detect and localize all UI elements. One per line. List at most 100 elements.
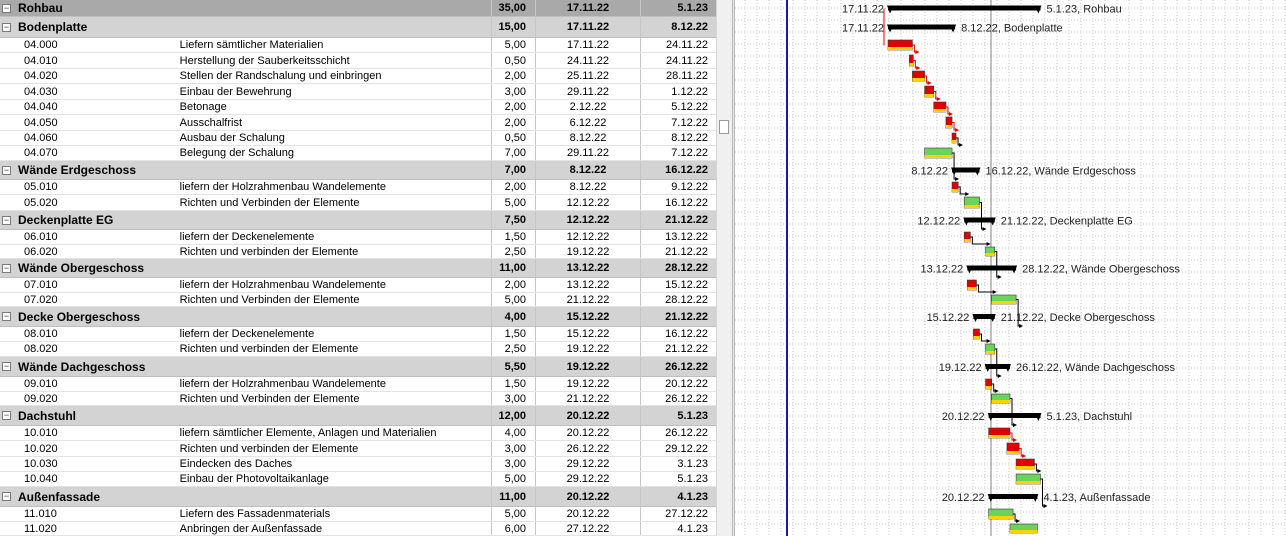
summary-bar (988, 494, 1038, 499)
task-id: 05.020 (24, 196, 58, 209)
task-progress-bar (933, 109, 946, 112)
table-row[interactable]: 07.020 Richten und Verbinden der Elemente… (0, 293, 716, 307)
table-row[interactable]: 10.030 Eindecken des Daches 3,00 29.12.22 3.… (0, 457, 716, 472)
table-row[interactable]: 11.020 Anbringen der Außenfassade 6,00 27.1… (0, 522, 716, 536)
task-id: 08.020 (24, 343, 58, 355)
summary-row[interactable]: − Außenfassade 11,00 20.12.22 4.1.23 (0, 487, 716, 507)
dependency-arrow (982, 227, 987, 231)
start-date-cell: 17.11.22 (536, 17, 641, 37)
start-date-cell: 26.12.22 (536, 441, 641, 456)
table-row[interactable]: 08.010 liefern der Deckenelemente 1,50 15.1… (0, 327, 716, 342)
summary-name-cell: − Deckenplatte EG (0, 211, 492, 229)
task-progress-bar (924, 94, 934, 97)
collapse-toggle[interactable]: − (2, 411, 11, 420)
table-row[interactable]: 04.020 Stellen der Randschalung und einbr… (0, 69, 716, 84)
collapse-toggle[interactable]: − (2, 362, 11, 371)
table-row[interactable]: 10.010 liefern sämtlicher Elemente, Anlag… (0, 426, 716, 441)
task-name: Stellen der Randschalung und einbringen (179, 70, 382, 82)
bar-start-label: 17.11.22 (842, 23, 884, 35)
summary-row[interactable]: − Decke Obergeschoss 4,00 15.12.22 21.12.22 (0, 307, 716, 327)
summary-name: Deckenplatte EG (18, 213, 114, 227)
summary-row[interactable]: − Deckenplatte EG 7,50 12.12.22 21.12.22 (0, 211, 716, 230)
start-date-cell: 15.12.22 (536, 327, 641, 341)
start-date-cell: 12.12.22 (536, 195, 641, 210)
bar-end-label: 26.12.22, Wände Dachgeschoss (1016, 362, 1175, 374)
table-row[interactable]: 04.040 Betonage 2,00 2.12.22 5.12.22 (0, 100, 716, 115)
duration-cell: 2,00 (492, 115, 536, 130)
bar-start-label: 15.12.22 (927, 312, 970, 324)
dependency-arrow (955, 128, 960, 132)
bar-start-label: 19.12.22 (939, 362, 982, 374)
duration-cell: 3,00 (492, 441, 536, 456)
summary-name-cell: − Decke Obergeschoss (0, 307, 492, 326)
duration-cell: 2,50 (492, 245, 536, 258)
table-row[interactable]: 10.020 Richten und verbinden der Elemente… (0, 441, 716, 457)
collapse-toggle[interactable]: − (2, 263, 11, 273)
task-id: 06.020 (24, 245, 58, 258)
duration-cell: 2,00 (492, 100, 536, 114)
summary-row[interactable]: − Rohbau 35,00 17.11.22 5.1.23 (0, 0, 716, 17)
task-id: 07.020 (24, 293, 58, 306)
task-progress-bar (1016, 466, 1035, 469)
table-row[interactable]: 04.060 Ausbau der Schalung 0,50 8.12.22 8.12… (0, 131, 716, 146)
table-row[interactable]: 04.030 Einbau der Bewehrung 3,00 29.11.22 1.… (0, 84, 716, 100)
table-row[interactable]: 07.010 liefern der Holzrahmenbau Wandelem… (0, 278, 716, 293)
task-name: Eindecken des Daches (179, 458, 293, 470)
end-date-cell: 16.12.22 (665, 328, 708, 340)
end-date-cell: 5.12.22 (671, 101, 708, 113)
table-row[interactable]: 04.000 Liefern sämtlicher Materialien 5,00… (0, 38, 716, 53)
duration-cell: 11,00 (492, 487, 536, 506)
end-date-cell: 16.12.22 (665, 196, 708, 209)
summary-row[interactable]: − Dachstuhl 12,00 20.12.22 5.1.23 (0, 406, 716, 426)
table-row[interactable]: 05.010 liefern der Holzrahmenbau Wandelem… (0, 180, 716, 195)
task-id: 04.000 (24, 39, 58, 51)
task-progress-bar (988, 435, 1010, 438)
scrollbar-thumb[interactable] (719, 120, 729, 134)
duration-cell: 5,00 (492, 38, 536, 52)
end-date-cell: 8.12.22 (671, 132, 708, 144)
table-row[interactable]: 06.020 Richten und verbinden der Elemente… (0, 245, 716, 259)
table-row[interactable]: 09.020 Richten und Verbinden der Elemente… (0, 392, 716, 406)
task-id: 05.010 (24, 181, 58, 193)
task-progress-bar (888, 47, 913, 50)
start-date-cell: 8.12.22 (536, 131, 641, 145)
table-row[interactable]: 08.020 Richten und verbinden der Elemente… (0, 342, 716, 357)
summary-name: Außenfassade (18, 489, 101, 504)
task-cells: 04.010 Herstellung der Sauberkeitsschicht (0, 53, 492, 68)
summary-bar (888, 24, 956, 30)
collapse-toggle[interactable]: − (2, 215, 11, 225)
table-row[interactable]: 06.010 liefern der Deckenelemente 1,50 12.1… (0, 230, 716, 245)
table-row[interactable]: 05.020 Richten und Verbinden der Elemente… (0, 195, 716, 211)
table-row[interactable]: 11.010 Liefern des Fassadenmaterials 5,00 2… (0, 507, 716, 522)
table-row[interactable]: 04.070 Belegung der Schalung 7,00 29.11.22 7… (0, 146, 716, 161)
dependency-link (1010, 398, 1015, 426)
summary-row[interactable]: − Bodenplatte 15,00 17.11.22 8.12.22 (0, 17, 716, 38)
table-row[interactable]: 04.050 Ausschalfrist 2,00 6.12.22 7.12.22 (0, 115, 716, 131)
start-date-cell: 17.11.22 (536, 38, 641, 52)
start-date-cell: 12.12.22 (536, 230, 641, 244)
task-progress-bar (985, 253, 995, 256)
collapse-toggle[interactable]: − (2, 492, 11, 501)
summary-name-cell: − Außenfassade (0, 487, 492, 506)
collapse-toggle[interactable]: − (2, 165, 11, 175)
collapse-toggle[interactable]: − (2, 3, 11, 13)
start-date-cell: 12.12.22 (536, 211, 641, 229)
summary-row[interactable]: − Wände Erdgeschoss 7,00 8.12.22 16.12.22 (0, 161, 716, 180)
collapse-toggle[interactable]: − (2, 22, 11, 32)
table-row[interactable]: 04.010 Herstellung der Sauberkeitsschicht… (0, 53, 716, 69)
end-date-cell: 15.12.22 (665, 279, 708, 291)
collapse-toggle[interactable]: − (2, 312, 11, 321)
end-date-cell: 13.12.22 (665, 231, 708, 243)
table-row[interactable]: 09.010 liefern der Holzrahmenbau Wandelem… (0, 377, 716, 392)
end-date-cell: 21.12.22 (665, 214, 708, 226)
summary-row[interactable]: − Wände Dachgeschoss 5,50 19.12.22 26.12.22 (0, 357, 716, 377)
table-scrollbar[interactable] (716, 0, 732, 536)
start-date-cell: 17.11.22 (536, 0, 641, 16)
summary-name: Dachstuhl (18, 408, 77, 423)
task-progress-bar (1016, 481, 1041, 484)
end-date-cell: 28.12.22 (665, 262, 708, 274)
summary-row[interactable]: − Wände Obergeschoss 11,00 13.12.22 28.12.22 (0, 259, 716, 278)
task-id: 04.010 (24, 54, 58, 67)
task-name: Richten und Verbinden der Elemente (179, 293, 360, 306)
table-row[interactable]: 10.040 Einbau der Photovoltaikanlage 5,00 2… (0, 472, 716, 487)
